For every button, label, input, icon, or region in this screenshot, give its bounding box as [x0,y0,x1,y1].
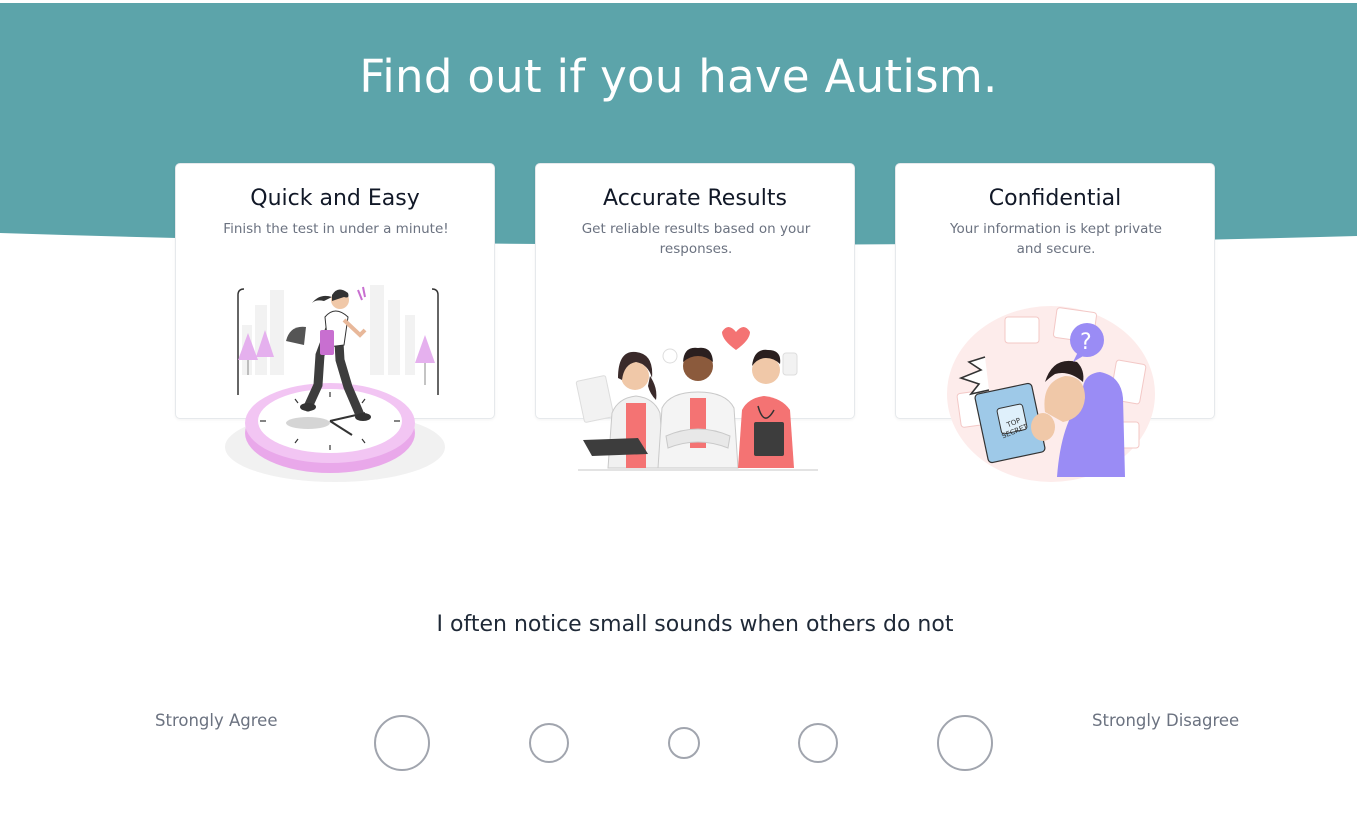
medical-team-illustration [575,327,818,471]
option-strongly-disagree-radio[interactable] [937,715,993,771]
running-clock-illustration [225,285,445,482]
feature-title: Accurate Results [603,186,787,211]
question-text: I often notice small sounds when others … [436,612,954,637]
feature-description: Get reliable results based on your respo… [581,221,811,257]
page-title: Find out if you have Autism. [359,50,998,103]
question-bubble-icon: ? [1080,330,1092,355]
feature-description: Your information is kept private and sec… [950,221,1162,257]
option-agree-radio[interactable] [529,723,569,763]
option-neutral-radio[interactable] [668,727,700,759]
top-secret-illustration: TOP SECRET ? [947,306,1155,482]
feature-description: Finish the test in under a minute! [223,221,449,237]
left-scale-label: Strongly Agree [155,711,278,730]
right-scale-label: Strongly Disagree [1092,711,1240,730]
feature-title: Confidential [988,186,1122,211]
option-disagree-radio[interactable] [798,723,838,763]
feature-title: Quick and Easy [250,186,420,211]
option-strongly-agree-radio[interactable] [374,715,430,771]
